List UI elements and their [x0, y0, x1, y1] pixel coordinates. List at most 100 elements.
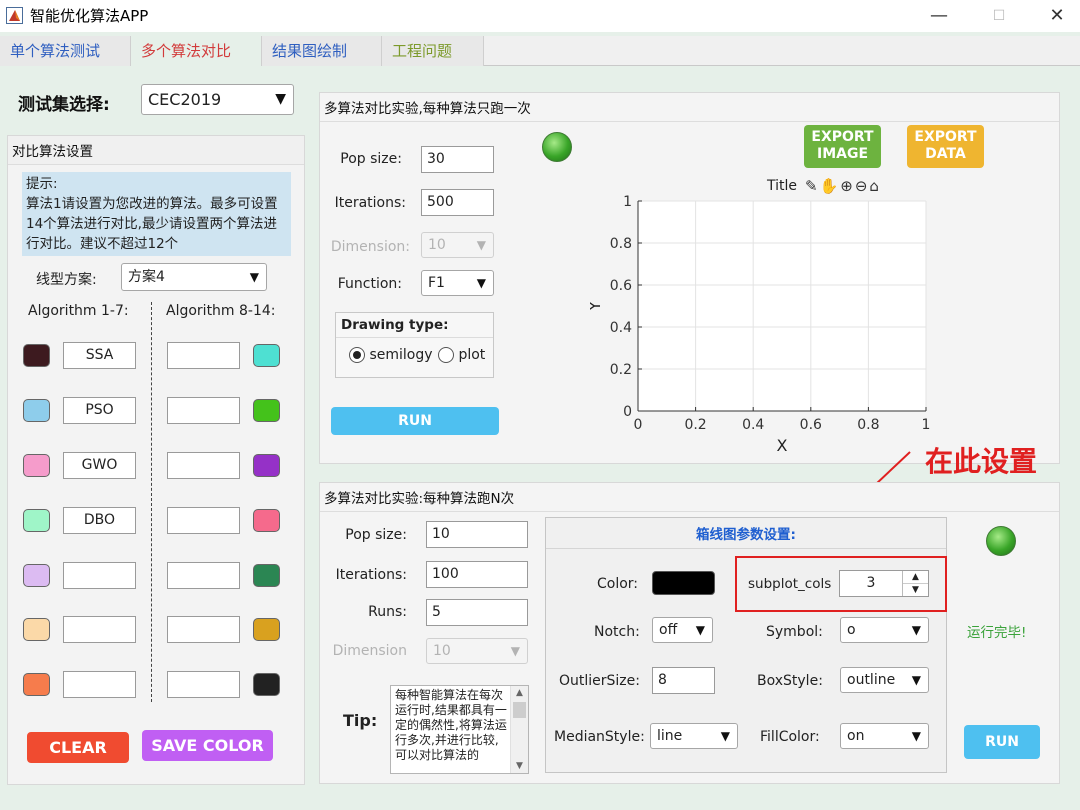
chevron-down-icon: ▼ [911, 623, 921, 637]
minimize-button[interactable]: — [916, 2, 962, 30]
annotation-text: 在此设置 [925, 445, 1038, 478]
testset-value: CEC2019 [148, 90, 222, 109]
run-n-times-title: 多算法对比实验:每种算法跑N次 [320, 483, 1059, 512]
color-swatch-right-12[interactable] [253, 564, 280, 587]
color-swatch-left-3[interactable] [23, 454, 50, 477]
n-iterations-input[interactable]: 100 [426, 561, 528, 588]
symbol-dropdown[interactable]: o ▼ [840, 617, 929, 643]
maximize-button[interactable]: ☐ [976, 2, 1022, 30]
boxplot-color-swatch[interactable] [652, 571, 715, 595]
line-scheme-label: 线型方案: [36, 272, 97, 288]
chevron-down-icon: ▼ [476, 238, 486, 252]
color-swatch-left-7[interactable] [23, 673, 50, 696]
plot-area [638, 201, 926, 411]
scroll-up-icon[interactable]: ▲ [511, 686, 528, 700]
y-tick-label: 0 [623, 404, 632, 420]
color-swatch-left-1[interactable] [23, 344, 50, 367]
color-label: Color: [597, 576, 639, 592]
algorithm-input-11[interactable] [167, 507, 240, 534]
export-data-button[interactable]: EXPORT DATA [907, 125, 984, 168]
window-title: 智能优化算法APP [30, 7, 149, 25]
tab-single-algorithm[interactable]: 单个算法测试 [0, 36, 131, 66]
algorithm-input-9[interactable] [167, 397, 240, 424]
run-once-title: 多算法对比实验,每种算法只跑一次 [320, 93, 1059, 122]
n-dimension-value: 10 [433, 643, 451, 659]
fill-color-dropdown[interactable]: on ▼ [840, 723, 929, 749]
color-swatch-left-2[interactable] [23, 399, 50, 422]
subplot-cols-spinner[interactable]: 3 ▲ ▼ [839, 570, 929, 597]
color-swatch-left-6[interactable] [23, 618, 50, 641]
column-divider [151, 302, 152, 702]
color-swatch-right-8[interactable] [253, 344, 280, 367]
chevron-down-icon: ▼ [275, 91, 286, 107]
algorithm-input-6[interactable] [63, 616, 136, 643]
iterations-input[interactable]: 500 [421, 189, 494, 216]
spinner-arrows[interactable]: ▲ ▼ [902, 571, 928, 596]
notch-dropdown[interactable]: off ▼ [652, 617, 713, 643]
n-pop-size-label: Pop size: [345, 527, 407, 543]
dimension-label: Dimension: [330, 239, 410, 255]
algorithm-input-4[interactable]: DBO [63, 507, 136, 534]
tab-engineering[interactable]: 工程问题 [382, 36, 484, 66]
line-scheme-value: 方案4 [128, 269, 165, 285]
algorithm-input-8[interactable] [167, 342, 240, 369]
algorithm-input-13[interactable] [167, 616, 240, 643]
tab-bar: 单个算法测试 多个算法对比 结果图绘制 工程问题 [0, 36, 1080, 66]
median-style-dropdown[interactable]: line ▼ [650, 723, 738, 749]
testset-label: 测试集选择: [18, 95, 110, 115]
color-swatch-right-9[interactable] [253, 399, 280, 422]
color-swatch-right-13[interactable] [253, 618, 280, 641]
color-swatch-right-10[interactable] [253, 454, 280, 477]
spin-down-icon[interactable]: ▼ [903, 583, 928, 596]
matlab-icon [6, 7, 23, 24]
chevron-down-icon: ▼ [510, 644, 520, 658]
function-dropdown[interactable]: F1 ▼ [421, 270, 494, 296]
algorithm-input-2[interactable]: PSO [63, 397, 136, 424]
color-swatch-left-5[interactable] [23, 564, 50, 587]
function-label: Function: [337, 276, 402, 292]
tip-scrollbar[interactable]: ▲ ▼ [510, 686, 528, 773]
boxplot-settings-title: 箱线图参数设置: [546, 518, 946, 549]
function-value: F1 [428, 275, 445, 291]
algorithm-8-14-header: Algorithm 8-14: [166, 303, 276, 319]
run-n-times-button[interactable]: RUN [964, 725, 1040, 759]
algorithm-input-3[interactable]: GWO [63, 452, 136, 479]
semilogy-radio[interactable]: semilogy [349, 347, 433, 363]
close-button[interactable]: ✕ [1034, 2, 1080, 30]
algorithm-input-5[interactable] [63, 562, 136, 589]
y-tick-label: 0.8 [610, 236, 632, 252]
color-swatch-right-11[interactable] [253, 509, 280, 532]
algorithm-input-7[interactable] [63, 671, 136, 698]
algorithm-input-10[interactable] [167, 452, 240, 479]
compare-settings-title: 对比算法设置 [8, 136, 304, 165]
plot-radio[interactable]: plot [438, 347, 485, 363]
outlier-size-input[interactable]: 8 [652, 667, 715, 694]
tab-result-plot[interactable]: 结果图绘制 [262, 36, 382, 66]
algorithm-input-12[interactable] [167, 562, 240, 589]
n-pop-size-input[interactable]: 10 [426, 521, 528, 548]
tab-multi-algorithm[interactable]: 多个算法对比 [131, 36, 262, 66]
color-swatch-right-14[interactable] [253, 673, 280, 696]
radio-unselected-icon [438, 347, 454, 363]
status-text: 运行完毕! [967, 625, 1027, 641]
pop-size-input[interactable]: 30 [421, 146, 494, 173]
chevron-down-icon: ▼ [476, 276, 486, 290]
scroll-down-icon[interactable]: ▼ [511, 759, 528, 773]
fill-color-value: on [847, 728, 865, 744]
tip-textarea[interactable]: 每种智能算法在每次运行时,结果都具有一定的偶然性,将算法运行多次,并进行比较,可… [390, 685, 529, 774]
algorithm-input-14[interactable] [167, 671, 240, 698]
export-image-button[interactable]: EXPORT IMAGE [804, 125, 881, 168]
line-scheme-dropdown[interactable]: 方案4 ▼ [121, 263, 267, 291]
run-once-button[interactable]: RUN [331, 407, 499, 435]
dimension-value: 10 [428, 237, 446, 253]
scroll-thumb[interactable] [513, 702, 526, 718]
save-color-button[interactable]: SAVE COLOR [142, 730, 273, 761]
clear-button[interactable]: CLEAR [27, 732, 129, 763]
chart-axes[interactable]: 000.20.20.40.40.60.60.80.811XY [590, 193, 970, 453]
algorithm-input-1[interactable]: SSA [63, 342, 136, 369]
color-swatch-left-4[interactable] [23, 509, 50, 532]
testset-dropdown[interactable]: CEC2019 ▼ [141, 84, 294, 115]
runs-input[interactable]: 5 [426, 599, 528, 626]
spin-up-icon[interactable]: ▲ [903, 571, 928, 583]
boxstyle-dropdown[interactable]: outline ▼ [840, 667, 929, 693]
